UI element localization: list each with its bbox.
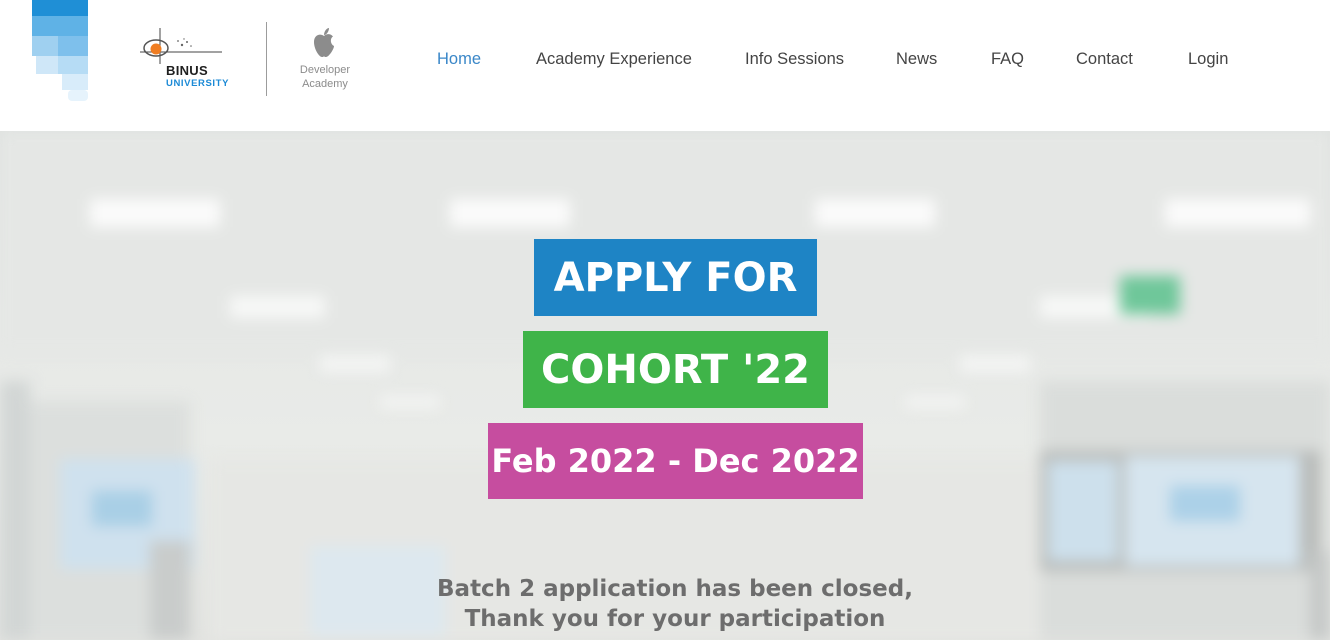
closed-message-line1: Batch 2 application has been closed,: [437, 576, 913, 602]
nav-academy-experience[interactable]: Academy Experience: [536, 50, 692, 69]
program-dates-badge: Feb 2022 - Dec 2022: [488, 423, 863, 499]
nav-contact[interactable]: Contact: [1076, 50, 1133, 69]
nav-login[interactable]: Login: [1188, 50, 1228, 69]
nav-faq[interactable]: FAQ: [991, 50, 1024, 69]
site-header: BINUS UNIVERSITY Developer Academy Home …: [0, 0, 1330, 131]
closed-message-line2: Thank you for your participation: [464, 606, 886, 632]
hero-section: APPLY FOR COHORT '22 Feb 2022 - Dec 2022…: [0, 131, 1330, 640]
main-navigation: Home Academy Experience Info Sessions Ne…: [0, 0, 1330, 120]
cohort-badge: COHORT '22: [523, 331, 828, 408]
nav-news[interactable]: News: [896, 50, 937, 69]
nav-home[interactable]: Home: [437, 50, 481, 69]
application-closed-message: Batch 2 application has been closed, Tha…: [365, 574, 985, 634]
nav-info-sessions[interactable]: Info Sessions: [745, 50, 844, 69]
apply-for-badge: APPLY FOR: [534, 239, 817, 316]
